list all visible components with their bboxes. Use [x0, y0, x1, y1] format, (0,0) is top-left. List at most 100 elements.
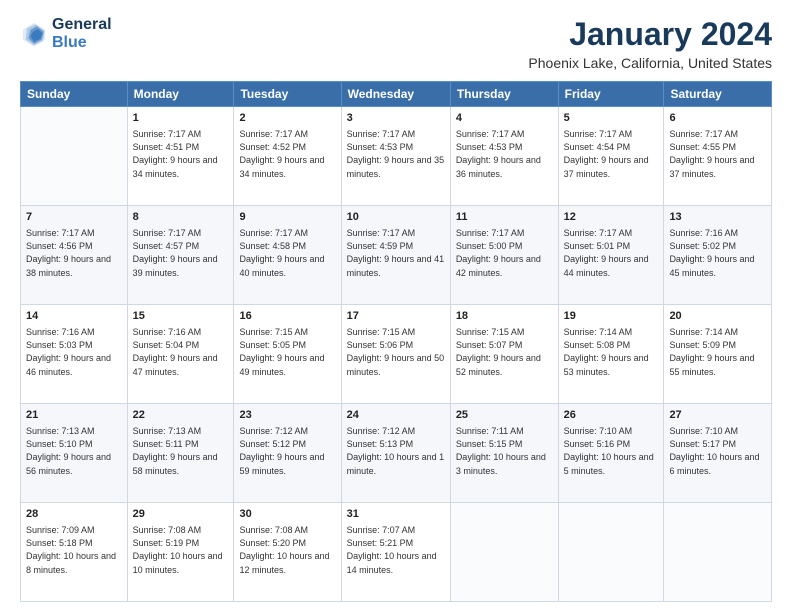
day-number: 17	[347, 309, 445, 324]
cell-content: Sunrise: 7:16 AMSunset: 5:02 PMDaylight:…	[669, 227, 766, 279]
day-number: 19	[564, 309, 659, 324]
calendar-cell: 25 Sunrise: 7:11 AMSunset: 5:15 PMDayligh…	[450, 404, 558, 503]
calendar-cell: 9 Sunrise: 7:17 AMSunset: 4:58 PMDaylight…	[234, 206, 341, 305]
day-number: 12	[564, 210, 659, 225]
cell-content: Sunrise: 7:17 AMSunset: 5:01 PMDaylight:…	[564, 227, 659, 279]
header-cell-tuesday: Tuesday	[234, 82, 341, 107]
page-subtitle: Phoenix Lake, California, United States	[528, 55, 772, 71]
day-number: 29	[133, 507, 229, 522]
calendar-cell: 22 Sunrise: 7:13 AMSunset: 5:11 PMDayligh…	[127, 404, 234, 503]
day-number: 30	[239, 507, 335, 522]
calendar-cell: 26Sunrise: 7:10 AMSunset: 5:16 PMDayligh…	[558, 404, 664, 503]
day-number: 27	[669, 408, 766, 423]
day-number: 22	[133, 408, 229, 423]
cell-content: Sunrise: 7:17 AMSunset: 4:51 PMDaylight:…	[133, 128, 229, 180]
cell-content: Sunrise: 7:17 AMSunset: 4:52 PMDaylight:…	[239, 128, 335, 180]
calendar-cell	[21, 107, 128, 206]
header-row: SundayMondayTuesdayWednesdayThursdayFrid…	[21, 82, 772, 107]
cell-content: Sunrise: 7:14 AMSunset: 5:08 PMDaylight:…	[564, 326, 659, 378]
cell-content: Sunrise: 7:12 AMSunset: 5:13 PMDaylight:…	[347, 425, 445, 477]
day-number: 31	[347, 507, 445, 522]
calendar-cell: 30 Sunrise: 7:08 AMSunset: 5:20 PMDayligh…	[234, 503, 341, 602]
day-number: 8	[133, 210, 229, 225]
title-block: January 2024 Phoenix Lake, California, U…	[528, 16, 772, 71]
calendar-cell: 21 Sunrise: 7:13 AMSunset: 5:10 PMDayligh…	[21, 404, 128, 503]
header-cell-wednesday: Wednesday	[341, 82, 450, 107]
day-number: 26	[564, 408, 659, 423]
cell-content: Sunrise: 7:08 AMSunset: 5:19 PMDaylight:…	[133, 524, 229, 576]
cell-content: Sunrise: 7:15 AMSunset: 5:05 PMDaylight:…	[239, 326, 335, 378]
cell-content: Sunrise: 7:15 AMSunset: 5:06 PMDaylight:…	[347, 326, 445, 378]
day-number: 6	[669, 111, 766, 126]
cell-content: Sunrise: 7:17 AMSunset: 4:57 PMDaylight:…	[133, 227, 229, 279]
page-title: January 2024	[528, 16, 772, 53]
calendar-cell: 24 Sunrise: 7:12 AMSunset: 5:13 PMDayligh…	[341, 404, 450, 503]
calendar-cell: 13 Sunrise: 7:16 AMSunset: 5:02 PMDayligh…	[664, 206, 772, 305]
day-number: 7	[26, 210, 122, 225]
cell-content: Sunrise: 7:17 AMSunset: 4:55 PMDaylight:…	[669, 128, 766, 180]
calendar-cell: 15 Sunrise: 7:16 AMSunset: 5:04 PMDayligh…	[127, 305, 234, 404]
header-cell-sunday: Sunday	[21, 82, 128, 107]
calendar-cell: 8 Sunrise: 7:17 AMSunset: 4:57 PMDaylight…	[127, 206, 234, 305]
calendar-cell: 7 Sunrise: 7:17 AMSunset: 4:56 PMDaylight…	[21, 206, 128, 305]
cell-content: Sunrise: 7:17 AMSunset: 4:53 PMDaylight:…	[456, 128, 553, 180]
week-row-3: 14Sunrise: 7:16 AMSunset: 5:03 PMDayligh…	[21, 305, 772, 404]
logo-icon	[20, 20, 48, 48]
day-number: 14	[26, 309, 122, 324]
header-cell-monday: Monday	[127, 82, 234, 107]
day-number: 2	[239, 111, 335, 126]
calendar-cell: 28 Sunrise: 7:09 AMSunset: 5:18 PMDayligh…	[21, 503, 128, 602]
cell-content: Sunrise: 7:15 AMSunset: 5:07 PMDaylight:…	[456, 326, 553, 378]
cell-content: Sunrise: 7:17 AMSunset: 4:58 PMDaylight:…	[239, 227, 335, 279]
cell-content: Sunrise: 7:14 AMSunset: 5:09 PMDaylight:…	[669, 326, 766, 378]
calendar-cell: 27 Sunrise: 7:10 AMSunset: 5:17 PMDayligh…	[664, 404, 772, 503]
calendar-cell	[664, 503, 772, 602]
day-number: 23	[239, 408, 335, 423]
calendar-cell: 12 Sunrise: 7:17 AMSunset: 5:01 PMDayligh…	[558, 206, 664, 305]
day-number: 13	[669, 210, 766, 225]
calendar-cell: 20Sunrise: 7:14 AMSunset: 5:09 PMDayligh…	[664, 305, 772, 404]
cell-content: Sunrise: 7:09 AMSunset: 5:18 PMDaylight:…	[26, 524, 122, 576]
cell-content: Sunrise: 7:07 AMSunset: 5:21 PMDaylight:…	[347, 524, 445, 576]
cell-content: Sunrise: 7:10 AMSunset: 5:17 PMDaylight:…	[669, 425, 766, 477]
calendar-cell: 31 Sunrise: 7:07 AMSunset: 5:21 PMDayligh…	[341, 503, 450, 602]
day-number: 21	[26, 408, 122, 423]
week-row-4: 21 Sunrise: 7:13 AMSunset: 5:10 PMDayligh…	[21, 404, 772, 503]
cell-content: Sunrise: 7:13 AMSunset: 5:10 PMDaylight:…	[26, 425, 122, 477]
cell-content: Sunrise: 7:16 AMSunset: 5:04 PMDaylight:…	[133, 326, 229, 378]
cell-content: Sunrise: 7:17 AMSunset: 4:56 PMDaylight:…	[26, 227, 122, 279]
day-number: 28	[26, 507, 122, 522]
week-row-5: 28 Sunrise: 7:09 AMSunset: 5:18 PMDayligh…	[21, 503, 772, 602]
day-number: 24	[347, 408, 445, 423]
calendar-cell: 5Sunrise: 7:17 AMSunset: 4:54 PMDaylight…	[558, 107, 664, 206]
calendar-cell: 19 Sunrise: 7:14 AMSunset: 5:08 PMDayligh…	[558, 305, 664, 404]
calendar-cell: 3 Sunrise: 7:17 AMSunset: 4:53 PMDaylight…	[341, 107, 450, 206]
calendar-cell: 1 Sunrise: 7:17 AMSunset: 4:51 PMDaylight…	[127, 107, 234, 206]
day-number: 25	[456, 408, 553, 423]
cell-content: Sunrise: 7:13 AMSunset: 5:11 PMDaylight:…	[133, 425, 229, 477]
cell-content: Sunrise: 7:12 AMSunset: 5:12 PMDaylight:…	[239, 425, 335, 477]
day-number: 1	[133, 111, 229, 126]
page: General Blue January 2024 Phoenix Lake, …	[0, 0, 792, 612]
cell-content: Sunrise: 7:08 AMSunset: 5:20 PMDaylight:…	[239, 524, 335, 576]
calendar-cell	[558, 503, 664, 602]
day-number: 18	[456, 309, 553, 324]
cell-content: Sunrise: 7:17 AMSunset: 5:00 PMDaylight:…	[456, 227, 553, 279]
week-row-1: 1 Sunrise: 7:17 AMSunset: 4:51 PMDaylight…	[21, 107, 772, 206]
calendar-cell: 11Sunrise: 7:17 AMSunset: 5:00 PMDayligh…	[450, 206, 558, 305]
calendar-cell: 16 Sunrise: 7:15 AMSunset: 5:05 PMDayligh…	[234, 305, 341, 404]
day-number: 4	[456, 111, 553, 126]
cell-content: Sunrise: 7:11 AMSunset: 5:15 PMDaylight:…	[456, 425, 553, 477]
cell-content: Sunrise: 7:17 AMSunset: 4:59 PMDaylight:…	[347, 227, 445, 279]
calendar-table: SundayMondayTuesdayWednesdayThursdayFrid…	[20, 81, 772, 602]
cell-content: Sunrise: 7:17 AMSunset: 4:53 PMDaylight:…	[347, 128, 445, 180]
day-number: 16	[239, 309, 335, 324]
calendar-cell: 6 Sunrise: 7:17 AMSunset: 4:55 PMDaylight…	[664, 107, 772, 206]
calendar-cell: 17 Sunrise: 7:15 AMSunset: 5:06 PMDayligh…	[341, 305, 450, 404]
header-cell-friday: Friday	[558, 82, 664, 107]
day-number: 9	[239, 210, 335, 225]
calendar-cell: 23 Sunrise: 7:12 AMSunset: 5:12 PMDayligh…	[234, 404, 341, 503]
logo: General Blue	[20, 16, 112, 52]
day-number: 3	[347, 111, 445, 126]
day-number: 15	[133, 309, 229, 324]
